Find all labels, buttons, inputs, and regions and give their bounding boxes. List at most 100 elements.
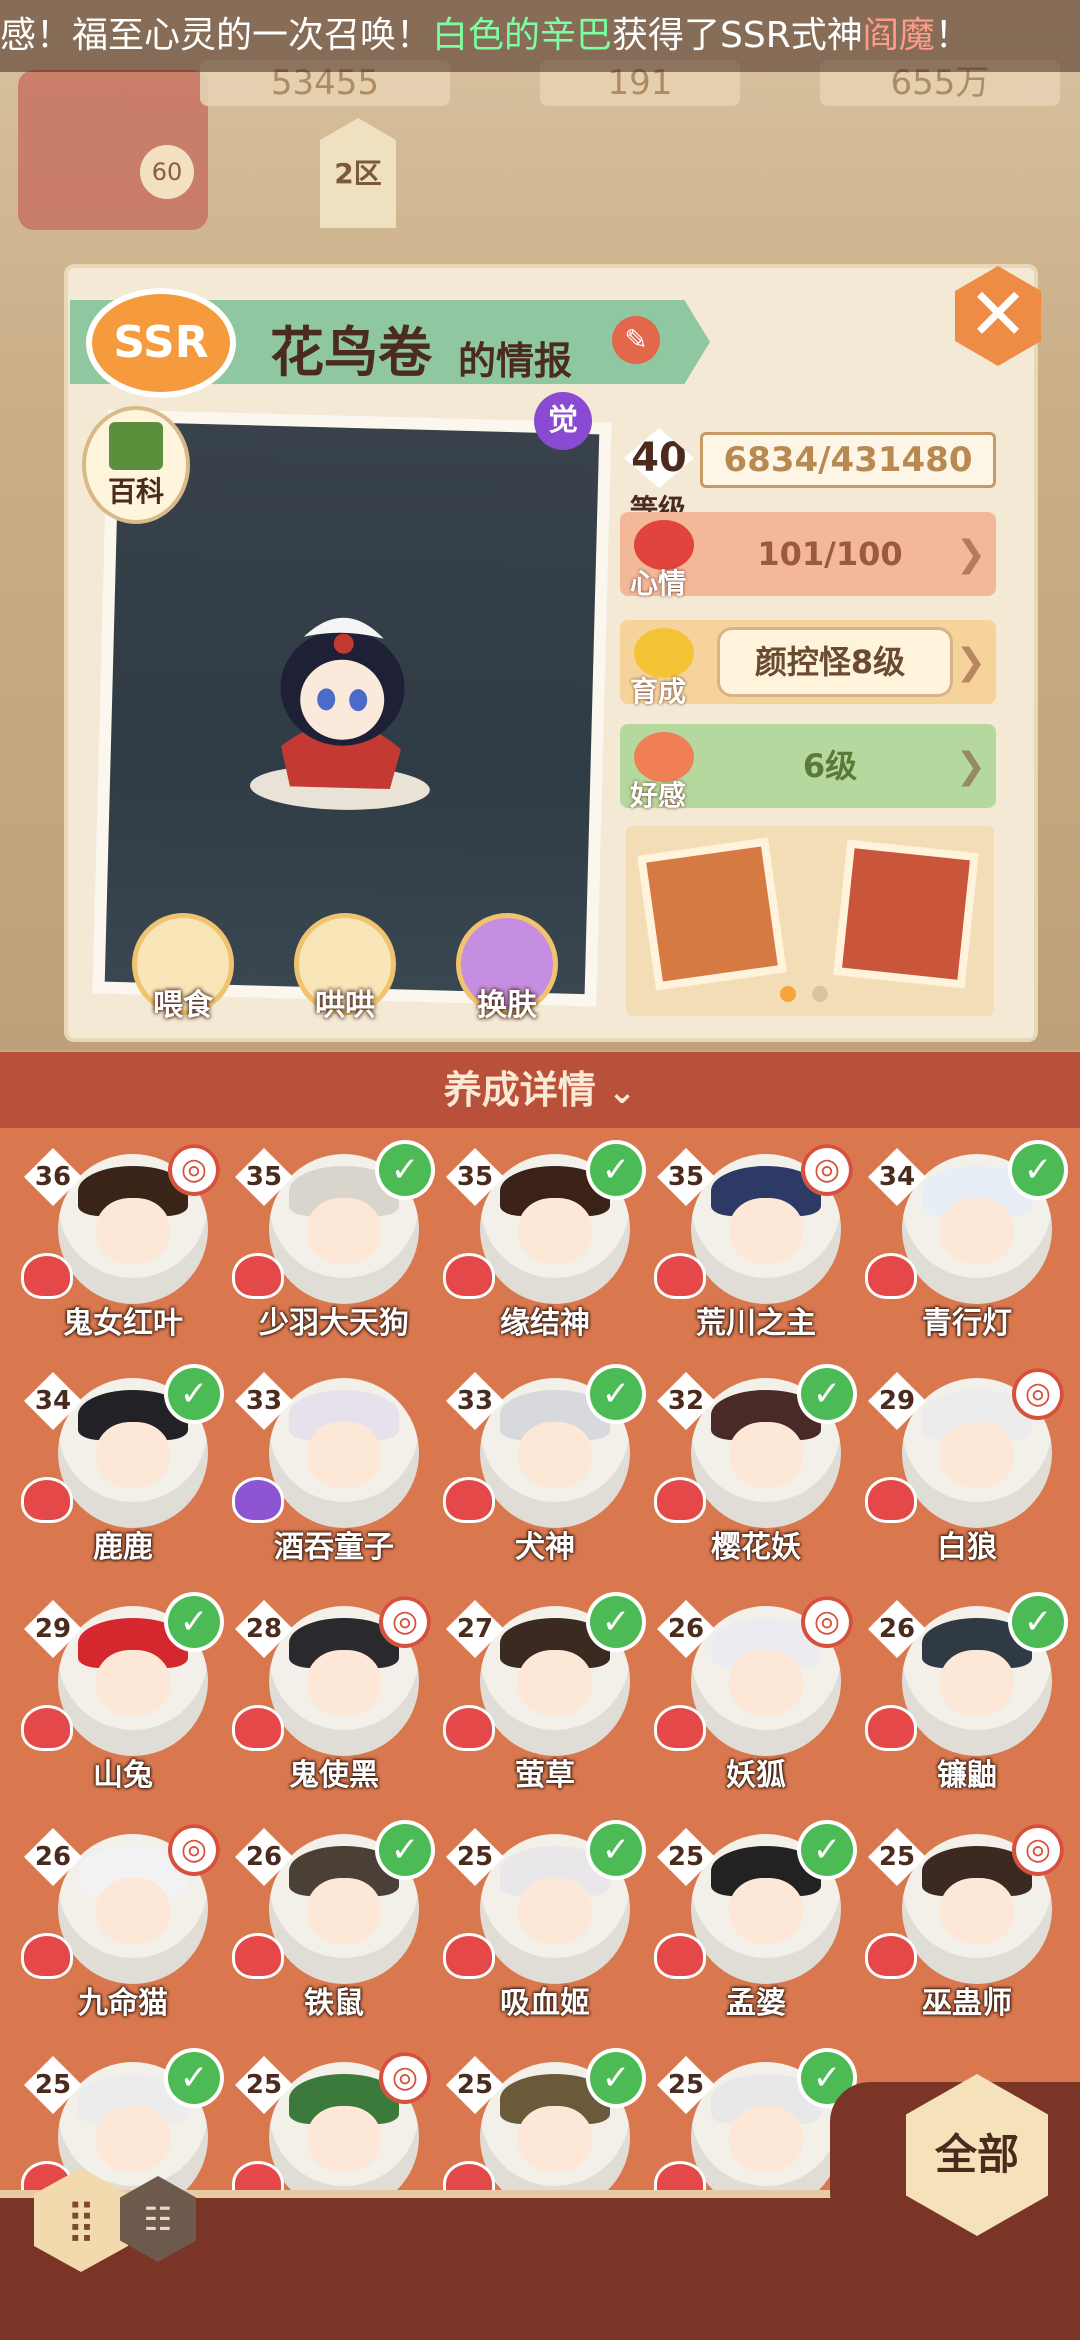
shikigami-name-label: 九命猫	[78, 1986, 168, 2021]
feed-button[interactable]: 喂食	[128, 918, 238, 1024]
mood-heart-icon	[235, 2164, 281, 2192]
status-seal-icon: ◎	[379, 2052, 431, 2104]
mood-heart-icon	[446, 1936, 492, 1976]
shikigami-name-label: 酒吞童子	[274, 1530, 394, 1565]
training-detail-toggle[interactable]: 养成详情 ⌄	[0, 1052, 1080, 1128]
roster-card[interactable]: 33 ✓ 犬神	[440, 1360, 650, 1570]
shikigami-name-label: 山兔	[93, 1758, 153, 1793]
mood-heart-icon	[24, 1480, 70, 1520]
gift-food-card[interactable]	[646, 846, 778, 982]
shikigami-name-label: 少羽大天狗	[259, 1306, 409, 1341]
roster-card[interactable]: 34 ✓ 鹿鹿	[18, 1360, 228, 1570]
avatar-face	[307, 1878, 381, 1944]
title-suffix: 的情报	[458, 339, 573, 383]
roster-card[interactable]: 26 ✓ 镰鼬	[862, 1588, 1072, 1798]
avatar-face	[729, 2106, 803, 2172]
mood-heart-icon	[24, 1708, 70, 1748]
check-icon: ✓	[379, 1824, 431, 1876]
grid-view-icon: ⣿	[66, 2197, 96, 2243]
coax-button[interactable]: 哄哄	[290, 918, 400, 1024]
shikigami-name-label: 吸血姬	[500, 1986, 590, 2021]
roster-card[interactable]: 29 ◎ 白狼	[862, 1360, 1072, 1570]
avatar-face	[940, 1422, 1014, 1488]
avatar-face	[307, 1198, 381, 1264]
check-icon: ✓	[168, 1368, 220, 1420]
check-icon: ✓	[1012, 1144, 1064, 1196]
roster-card[interactable]: 27 ✓ 萤草	[440, 1588, 650, 1798]
roster-card[interactable]: 35 ✓ 少羽大天狗	[229, 1136, 439, 1346]
mood-heart-icon	[657, 1480, 703, 1520]
roster-card[interactable]: 33 酒吞童子	[229, 1360, 439, 1570]
area-tag[interactable]: 2区	[320, 118, 396, 228]
rarity-badge: SSR	[86, 288, 236, 398]
mood-stat[interactable]: 心情 101/100 ❯	[620, 512, 996, 600]
avatar-face	[518, 1198, 592, 1264]
ticker-text-2: 获得了SSR式神	[612, 15, 863, 56]
encyclopedia-button[interactable]: 百科	[86, 410, 186, 520]
avatar-face	[729, 1422, 803, 1488]
shikigami-name-label: 缘结神	[500, 1306, 590, 1341]
roster-card[interactable]: 26 ◎ 九命猫	[18, 1816, 228, 2026]
mood-heart-icon	[868, 1936, 914, 1976]
page-dot-active[interactable]	[780, 986, 796, 1002]
mood-heart-icon	[657, 1936, 703, 1976]
shikigami-name-label: 镰鼬	[937, 1758, 997, 1793]
shikigami-name: 花鸟卷	[270, 321, 432, 384]
exp-bar: 6834/431480	[700, 432, 996, 488]
avatar-face	[940, 1878, 1014, 1944]
growth-value: 颜控怪8级	[754, 643, 906, 681]
mood-heart-icon	[868, 1708, 914, 1748]
roster-card[interactable]: 25 ✓	[440, 2044, 650, 2192]
check-icon: ✓	[590, 1596, 642, 1648]
edit-name-button[interactable]: ✎	[612, 316, 660, 364]
growth-label: 育成	[630, 675, 687, 708]
avatar-face	[307, 1650, 381, 1716]
roster-card[interactable]: 28 ◎ 鬼使黑	[229, 1588, 439, 1798]
roster-card[interactable]: 26 ◎ 妖狐	[651, 1588, 861, 1798]
page-dot[interactable]	[812, 986, 828, 1002]
roster-card[interactable]: 25 ◎	[229, 2044, 439, 2192]
gift-decor-card[interactable]	[842, 848, 970, 980]
shikigami-name-label: 荒川之主	[696, 1306, 816, 1341]
roster-card[interactable]: 25 ✓ 孟婆	[651, 1816, 861, 2026]
check-icon: ✓	[590, 2052, 642, 2104]
ticker-text-3: ！	[934, 15, 971, 56]
shikigami-name-label: 鬼女红叶	[63, 1306, 183, 1341]
mood-heart-icon	[657, 2164, 703, 2192]
gift-area	[626, 826, 994, 1016]
double-chevron-down-icon: ⌄	[607, 1072, 637, 1112]
roster-card[interactable]: 35 ✓ 缘结神	[440, 1136, 650, 1346]
status-seal-icon: ◎	[801, 1596, 853, 1648]
favor-value: 6级	[802, 747, 858, 785]
mood-heart-icon	[235, 1936, 281, 1976]
list-view-icon: ☷	[143, 2200, 173, 2238]
favor-stat[interactable]: 好感 6级 ❯	[620, 724, 996, 812]
mood-heart-icon	[657, 1256, 703, 1296]
roster-card[interactable]: 29 ✓ 山兔	[18, 1588, 228, 1798]
skin-button[interactable]: 换肤	[452, 918, 562, 1024]
check-icon: ✓	[168, 1596, 220, 1648]
roster-card[interactable]: 35 ◎ 荒川之主	[651, 1136, 861, 1346]
roster-card[interactable]: 25 ◎ 巫蛊师	[862, 1816, 1072, 2026]
roster-card[interactable]: 32 ✓ 樱花妖	[651, 1360, 861, 1570]
coax-label: 哄哄	[315, 988, 375, 1023]
avatar-face	[96, 1422, 170, 1488]
roster-card[interactable]: 25 ✓ 吸血姬	[440, 1816, 650, 2026]
ticker-player: 白色的辛巴	[432, 15, 613, 56]
check-icon: ✓	[590, 1368, 642, 1420]
roster-card[interactable]: 36 ◎ 鬼女红叶	[18, 1136, 228, 1346]
growth-stat[interactable]: 育成 颜控怪8级 ❯	[620, 620, 996, 708]
status-seal-icon: ◎	[168, 1824, 220, 1876]
check-icon: ✓	[590, 1824, 642, 1876]
roster-card[interactable]: 34 ✓ 青行灯	[862, 1136, 1072, 1346]
encyclopedia-label: 百科	[107, 475, 164, 508]
ticker-text: 感！福至心灵的一次召唤！	[0, 15, 433, 56]
avatar-face	[96, 1878, 170, 1944]
shikigami-name-label: 青行灯	[922, 1306, 1012, 1341]
roster-card[interactable]: 26 ✓ 铁鼠	[229, 1816, 439, 2026]
awaken-badge: 觉	[534, 392, 592, 450]
roster-card[interactable]: 25 ✓	[18, 2044, 228, 2192]
mood-heart-icon	[235, 1256, 281, 1296]
skin-label: 换肤	[477, 988, 537, 1023]
status-seal-icon: ◎	[379, 1596, 431, 1648]
